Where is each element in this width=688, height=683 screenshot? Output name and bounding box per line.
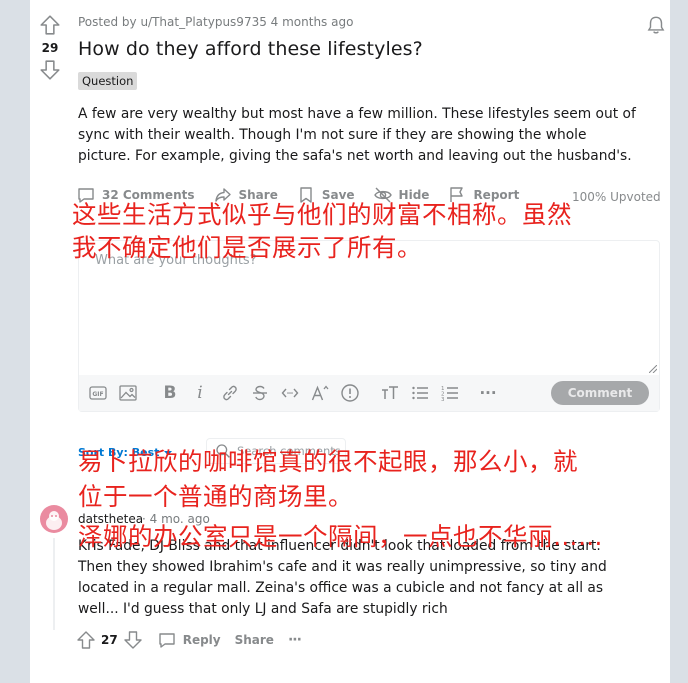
comment-score: 27 xyxy=(101,633,118,647)
comment-submit-button[interactable]: Comment xyxy=(551,381,649,405)
comment-share-button[interactable]: Share xyxy=(235,633,274,647)
inline-code-icon[interactable] xyxy=(279,382,301,404)
overlay-annotation-line-3: 易卜拉欣的咖啡馆真的很不起眼，那么小，就 xyxy=(78,447,578,476)
downvote-arrow-icon[interactable] xyxy=(123,630,143,650)
comment-more-button[interactable]: ··· xyxy=(287,632,302,648)
more-options-icon: ··· xyxy=(287,632,302,648)
svg-text:3: 3 xyxy=(441,397,445,403)
comment-editor[interactable]: What are your thoughts? GIF B i 1 2 3 ··… xyxy=(78,240,660,412)
bell-icon[interactable] xyxy=(645,14,667,36)
italic-icon[interactable]: i xyxy=(189,382,211,404)
editor-toolbar: GIF B i 1 2 3 ··· Comment xyxy=(79,375,659,411)
post-score: 29 xyxy=(41,41,59,55)
post-card: 29 Posted by u/That_Platypus9735 4 month… xyxy=(30,0,670,683)
superscript-icon[interactable] xyxy=(309,382,331,404)
image-icon[interactable] xyxy=(117,382,139,404)
upvote-arrow-icon[interactable] xyxy=(39,14,61,36)
post-meta: Posted by u/That_Platypus9735 4 months a… xyxy=(78,15,354,29)
thread-line[interactable] xyxy=(53,538,55,630)
post-flair[interactable]: Question xyxy=(78,72,138,90)
comment-bubble-icon xyxy=(159,633,175,648)
overlay-annotation-line-4: 位于一个普通的商场里。 xyxy=(78,482,353,511)
upvote-arrow-icon[interactable] xyxy=(76,630,96,650)
spoiler-icon[interactable] xyxy=(339,382,361,404)
strikethrough-icon[interactable] xyxy=(249,382,271,404)
vote-column: 29 xyxy=(30,14,70,81)
comment-action-bar: 27 Reply Share ··· xyxy=(76,630,302,650)
overlay-annotation-line-1: 这些生活方式似乎与他们的财富不相称。虽然 xyxy=(72,200,572,229)
resize-handle-icon[interactable] xyxy=(649,365,657,373)
overlay-annotation-line-2: 我不确定他们是否展示了所有。 xyxy=(72,233,422,262)
svg-text:GIF: GIF xyxy=(92,391,103,398)
numbered-list-icon[interactable]: 123 xyxy=(439,382,461,404)
post-body: A few are very wealthy but most have a f… xyxy=(78,106,636,164)
reply-button[interactable]: Reply xyxy=(157,630,221,650)
post-title[interactable]: How do they afford these lifestyles? xyxy=(78,38,423,60)
link-icon[interactable] xyxy=(219,382,241,404)
bold-icon[interactable]: B xyxy=(159,382,181,404)
avatar[interactable] xyxy=(40,505,68,533)
bulleted-list-icon[interactable] xyxy=(409,382,431,404)
more-options-icon[interactable]: ··· xyxy=(477,382,499,404)
reply-label: Reply xyxy=(182,633,221,647)
comment-share-label: Share xyxy=(234,633,274,647)
downvote-arrow-icon[interactable] xyxy=(39,59,61,81)
snoo-avatar-icon xyxy=(46,511,62,530)
upvote-ratio: 100% Upvoted xyxy=(572,190,661,204)
overlay-annotation-line-5: 泽娜的办公室只是一个隔间，一点也不华丽…… xyxy=(78,522,603,551)
gif-icon[interactable]: GIF xyxy=(87,382,109,404)
heading-icon[interactable] xyxy=(379,382,401,404)
